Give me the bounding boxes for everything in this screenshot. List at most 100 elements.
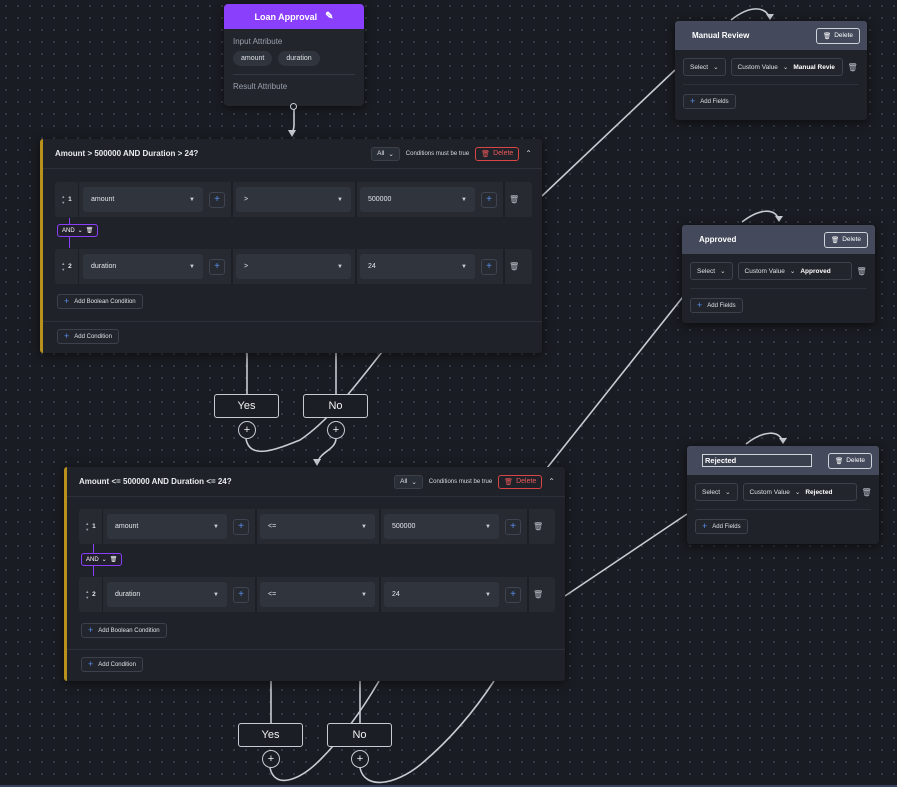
add-node-button[interactable]: + xyxy=(238,421,256,439)
add-boolean-condition-button[interactable]: + Add Boolean Condition xyxy=(57,294,143,309)
add-attribute-button[interactable]: + xyxy=(209,191,225,208)
attribute-select[interactable]: amount ▼ xyxy=(83,187,203,212)
delete-condition-button[interactable]: 🗑 Delete xyxy=(498,474,543,489)
result-node-rejected[interactable]: Rejected 🗑 Delete Select ⌄ Custom Value ⌄ Re… xyxy=(687,446,879,544)
add-fields-button[interactable]: + Add Fields xyxy=(690,298,743,313)
result-node-approved[interactable]: Approved 🗑 Delete Select ⌄ Custom Value ⌄ Ap… xyxy=(682,225,875,323)
reorder-arrows-icon[interactable]: ▲ ▼ xyxy=(61,194,65,206)
add-node-button[interactable]: + xyxy=(327,421,345,439)
value-select[interactable]: 500000 ▼ xyxy=(384,514,499,539)
chevron-up-icon[interactable]: ⌃ xyxy=(525,149,532,158)
operator-select[interactable]: <= ▼ xyxy=(260,582,375,607)
pencil-icon[interactable]: ✎ xyxy=(325,11,333,22)
branch-yes-1[interactable]: Yes xyxy=(214,394,279,418)
condition-row: ▲ ▼ 2 duration ▼ + <= ▼ 24 ▼ + 🗑 xyxy=(79,577,555,612)
match-mode-select[interactable]: All ⌄ xyxy=(394,474,423,489)
join-operator-select[interactable]: AND ⌄ 🗑 xyxy=(81,553,123,566)
value-type-input[interactable]: Custom Value ⌄ Manual Revie xyxy=(730,58,843,76)
chevron-up-icon[interactable]: ⌃ xyxy=(548,477,555,486)
trash-icon[interactable]: 🗑 xyxy=(86,227,94,234)
trash-icon[interactable]: 🗑 xyxy=(857,267,867,276)
trash-icon[interactable]: 🗑 xyxy=(533,590,543,599)
attribute-select[interactable]: duration ▼ xyxy=(107,582,227,607)
add-node-button[interactable]: + xyxy=(262,750,280,768)
condition-node-2[interactable]: Amount <= 500000 AND Duration <= 24? All… xyxy=(64,467,565,681)
add-attribute-button[interactable]: + xyxy=(209,258,225,275)
delete-result-button[interactable]: 🗑 Delete xyxy=(815,27,860,44)
operator-select[interactable]: <= ▼ xyxy=(260,514,375,539)
row-stepper[interactable]: ▲ ▼ 1 xyxy=(55,182,79,217)
trash-icon[interactable]: 🗑 xyxy=(848,63,858,72)
condition-node-1[interactable]: Amount > 500000 AND Duration > 24? All ⌄ … xyxy=(40,139,542,353)
reorder-arrows-icon[interactable]: ▲ ▼ xyxy=(85,589,89,601)
add-condition-button[interactable]: + Add Condition xyxy=(57,329,119,344)
add-condition-button[interactable]: + Add Condition xyxy=(81,657,143,672)
delete-result-button[interactable]: 🗑 Delete xyxy=(823,231,868,248)
delete-label: Delete xyxy=(493,150,514,157)
value-type-input[interactable]: Custom Value ⌄ Approved xyxy=(737,262,852,280)
result-value: Rejected xyxy=(805,488,833,496)
trash-icon[interactable]: 🗑 xyxy=(110,556,118,563)
field-select[interactable]: Select ⌄ xyxy=(690,262,733,280)
result-header: Approved 🗑 Delete xyxy=(682,225,875,254)
match-mode-select[interactable]: All ⌄ xyxy=(371,146,400,161)
add-value-button[interactable]: + xyxy=(505,518,521,535)
delete-condition-button[interactable]: 🗑 Delete xyxy=(475,146,520,161)
row-stepper[interactable]: ▲ ▼ 2 xyxy=(79,577,103,612)
attribute-select[interactable]: amount ▼ xyxy=(107,514,227,539)
join-operator-select[interactable]: AND ⌄ 🗑 xyxy=(57,224,99,237)
value-type: Custom Value xyxy=(737,63,778,71)
field-select[interactable]: Select ⌄ xyxy=(683,58,726,76)
result-node-manual-review[interactable]: Manual Review 🗑 Delete Select ⌄ Custom Val… xyxy=(675,21,867,120)
attribute-value: amount xyxy=(91,196,115,203)
add-fields-button[interactable]: + Add Fields xyxy=(695,519,748,534)
attribute-value: amount xyxy=(115,523,139,530)
add-attribute-button[interactable]: + xyxy=(233,518,249,535)
trash-icon[interactable]: 🗑 xyxy=(862,488,872,497)
branch-yes-2[interactable]: Yes xyxy=(238,723,303,747)
branch-no-1[interactable]: No xyxy=(303,394,368,418)
add-boolean-condition-button[interactable]: + Add Boolean Condition xyxy=(81,623,167,638)
row-stepper[interactable]: ▲ ▼ 1 xyxy=(79,509,103,544)
trash-icon[interactable]: 🗑 xyxy=(509,195,519,204)
chevron-down-icon: ⌄ xyxy=(411,478,417,486)
row-number: 1 xyxy=(68,196,72,203)
edge-to-approved xyxy=(546,292,687,469)
add-fields-label: Add Fields xyxy=(707,302,736,309)
condition-row: ▲ ▼ 2 duration ▼ + > ▼ 24 ▼ + 🗑 xyxy=(55,249,532,284)
add-attribute-button[interactable]: + xyxy=(233,586,249,603)
trash-icon: 🗑 xyxy=(822,32,832,40)
attribute-select[interactable]: duration ▼ xyxy=(83,254,203,279)
chevron-down-icon: ▼ xyxy=(485,591,491,598)
reorder-arrows-icon[interactable]: ▲ ▼ xyxy=(85,521,89,533)
operator-select[interactable]: > ▼ xyxy=(236,187,351,212)
attribute-chip-amount[interactable]: amount xyxy=(233,51,273,66)
add-value-button[interactable]: + xyxy=(481,191,497,208)
add-node-button[interactable]: + xyxy=(351,750,369,768)
delete-result-button[interactable]: 🗑 Delete xyxy=(827,452,872,469)
trash-icon[interactable]: 🗑 xyxy=(533,522,543,531)
attribute-chip-duration[interactable]: duration xyxy=(278,51,320,66)
field-select[interactable]: Select ⌄ xyxy=(695,483,738,501)
chevron-down-icon: ▼ xyxy=(213,523,219,530)
chevron-down-icon: ⌄ xyxy=(720,268,726,275)
operator-select[interactable]: > ▼ xyxy=(236,254,351,279)
operator-value: > xyxy=(244,263,249,270)
add-value-button[interactable]: + xyxy=(505,586,521,603)
add-value-button[interactable]: + xyxy=(481,258,497,275)
start-node-loan-approval[interactable]: Loan Approval ✎ Input Attribute amount d… xyxy=(224,4,364,106)
add-fields-button[interactable]: + Add Fields xyxy=(683,94,736,109)
trash-icon[interactable]: 🗑 xyxy=(509,262,519,271)
output-handle[interactable] xyxy=(290,103,297,110)
value-select[interactable]: 24 ▼ xyxy=(360,254,475,279)
value-select[interactable]: 24 ▼ xyxy=(384,582,499,607)
branch-no-2[interactable]: No xyxy=(327,723,392,747)
result-title-input[interactable]: Rejected xyxy=(702,454,812,467)
value-type-input[interactable]: Custom Value ⌄ Rejected xyxy=(742,483,857,501)
row-stepper[interactable]: ▲ ▼ 2 xyxy=(55,249,79,284)
delete-label: Delete xyxy=(834,32,853,39)
reorder-arrows-icon[interactable]: ▲ ▼ xyxy=(61,261,65,273)
value-select[interactable]: 500000 ▼ xyxy=(360,187,475,212)
join-value: AND xyxy=(62,227,75,234)
value-text: 500000 xyxy=(392,523,416,530)
